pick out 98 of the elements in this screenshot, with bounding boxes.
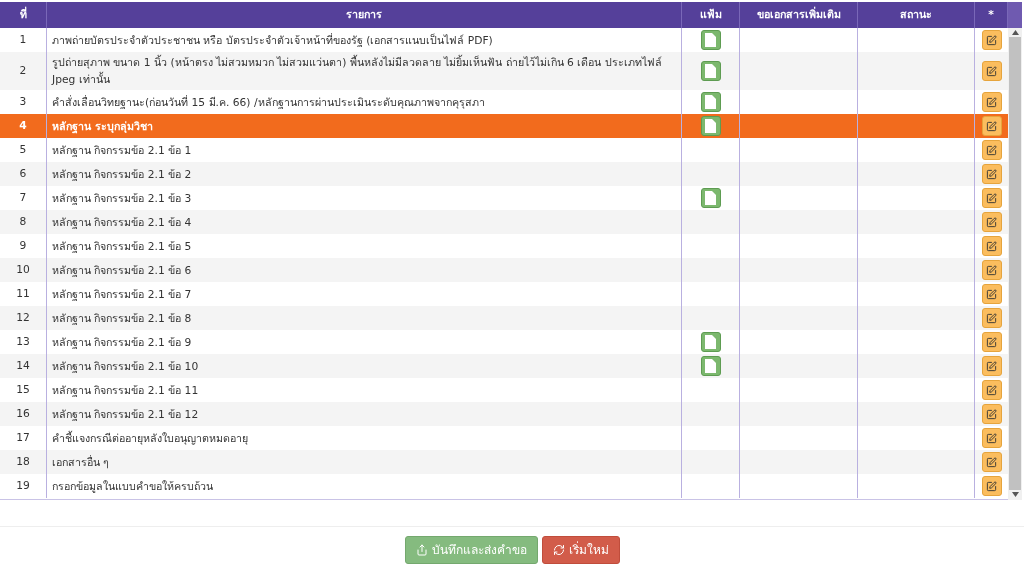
item-title: คำชี้แจงกรณีต่ออายุหลังใบอนุญาตหมดอายุ	[52, 430, 248, 447]
scroll-down-icon[interactable]	[1011, 492, 1019, 497]
row-number: 15	[16, 381, 30, 398]
edit-icon	[986, 288, 997, 300]
item-title: ภาพถ่ายบัตรประจำตัวประชาชน หรือ บัตรประจำตัวเจ้าหน้าที่ของรัฐ (เอกสารแนบเป็นไฟล์ PDF)	[52, 32, 493, 49]
file-icon[interactable]	[700, 61, 721, 81]
edit-icon	[986, 480, 997, 492]
reset-button[interactable]: เริ่มใหม่	[541, 536, 620, 564]
edit-icon	[986, 336, 997, 348]
edit-button[interactable]	[981, 116, 1002, 136]
row-number: 3	[19, 93, 27, 110]
edit-icon	[986, 96, 997, 108]
table-row[interactable]: 16 หลักฐาน กิจกรรมข้อ 2.1 ข้อ 12	[0, 402, 1008, 426]
edit-button[interactable]	[981, 212, 1002, 232]
table-row[interactable]: 2 รูปถ่ายสุภาพ ขนาด 1 นิ้ว (หน้าตรง ไม่สวมหมวก ไม่สวมแว่นตา) พื้นหลังไม่มีลวดลาย ไม่ยิ้มเห็นฟัน ถ่ายไว้ไม่เกิน 6 เดือน ประเภทไฟล์ Jpeg เท่านั้น	[0, 52, 1008, 90]
row-number: 12	[16, 309, 30, 326]
edit-icon	[986, 192, 997, 204]
edit-button[interactable]	[981, 308, 1002, 328]
row-number: 10	[16, 261, 30, 278]
edit-icon	[986, 264, 997, 276]
item-title: เอกสารอื่น ๆ	[52, 454, 110, 471]
row-number: 11	[16, 285, 30, 302]
item-title: กรอกข้อมูลในแบบคำขอให้ครบถ้วน	[52, 478, 213, 495]
edit-icon	[986, 456, 997, 468]
row-number: 16	[16, 405, 30, 422]
item-title: หลักฐาน กิจกรรมข้อ 2.1 ข้อ 2	[52, 166, 192, 183]
item-title: รูปถ่ายสุภาพ ขนาด 1 นิ้ว (หน้าตรง ไม่สวมหมวก ไม่สวมแว่นตา) พื้นหลังไม่มีลวดลาย ไม่ยิ้มเห็นฟัน ถ่ายไว้ไม่เกิน 6 เดือน ประเภทไฟล์ Jpeg เท่านั้น	[52, 54, 663, 88]
file-icon[interactable]	[700, 30, 721, 50]
edit-button[interactable]	[981, 188, 1002, 208]
edit-button[interactable]	[981, 260, 1002, 280]
scroll-up-icon[interactable]	[1011, 30, 1019, 35]
row-number: 17	[16, 429, 30, 446]
edit-button[interactable]	[981, 380, 1002, 400]
edit-icon	[986, 168, 997, 180]
row-number: 18	[16, 453, 30, 470]
edit-button[interactable]	[981, 476, 1002, 496]
item-title: หลักฐาน กิจกรรมข้อ 2.1 ข้อ 7	[52, 286, 192, 303]
edit-button[interactable]	[981, 61, 1002, 81]
item-title: หลักฐาน กิจกรรมข้อ 2.1 ข้อ 6	[52, 262, 192, 279]
table-row[interactable]: 14 หลักฐาน กิจกรรมข้อ 2.1 ข้อ 10	[0, 354, 1008, 378]
edit-icon	[986, 384, 997, 396]
row-number: 9	[19, 237, 27, 254]
item-title: หลักฐาน ระบุกลุ่มวิชา	[52, 118, 153, 135]
row-number: 8	[19, 213, 27, 230]
edit-button[interactable]	[981, 164, 1002, 184]
row-number: 19	[16, 477, 30, 494]
edit-icon	[986, 408, 997, 420]
edit-button[interactable]	[981, 140, 1002, 160]
edit-button[interactable]	[981, 284, 1002, 304]
row-number: 2	[19, 62, 27, 79]
edit-icon	[986, 34, 997, 46]
edit-icon	[986, 312, 997, 324]
table-row[interactable]: 6 หลักฐาน กิจกรรมข้อ 2.1 ข้อ 2	[0, 162, 1008, 186]
item-title: หลักฐาน กิจกรรมข้อ 2.1 ข้อ 12	[52, 406, 199, 423]
table-row[interactable]: 10 หลักฐาน กิจกรรมข้อ 2.1 ข้อ 6	[0, 258, 1008, 282]
edit-icon	[986, 144, 997, 156]
row-number: 1	[19, 31, 27, 48]
share-icon	[415, 544, 428, 556]
file-icon[interactable]	[700, 356, 721, 376]
item-title: คำสั่งเลื่อนวิทยฐานะ(ก่อนวันที่ 15 มี.ค. 66) /หลักฐานการผ่านประเมินระดับคุณภาพจากคุรุสภา	[52, 94, 485, 111]
item-title: หลักฐาน กิจกรรมข้อ 2.1 ข้อ 4	[52, 214, 192, 231]
edit-icon	[986, 360, 997, 372]
edit-button[interactable]	[981, 452, 1002, 472]
edit-button[interactable]	[981, 332, 1002, 352]
edit-button[interactable]	[981, 30, 1002, 50]
file-icon[interactable]	[700, 116, 721, 136]
edit-button[interactable]	[981, 428, 1002, 448]
item-title: หลักฐาน กิจกรรมข้อ 2.1 ข้อ 10	[52, 358, 199, 375]
edit-button[interactable]	[981, 356, 1002, 376]
scrollbar[interactable]	[1008, 2, 1022, 500]
row-number: 6	[19, 165, 27, 182]
row-number: 14	[16, 357, 30, 374]
table-row[interactable]: 8 หลักฐาน กิจกรรมข้อ 2.1 ข้อ 4	[0, 210, 1008, 234]
item-title: หลักฐาน กิจกรรมข้อ 2.1 ข้อ 1	[52, 142, 192, 159]
edit-icon	[986, 240, 997, 252]
item-title: หลักฐาน กิจกรรมข้อ 2.1 ข้อ 8	[52, 310, 192, 327]
edit-icon	[986, 216, 997, 228]
file-icon[interactable]	[700, 92, 721, 112]
scrollbar-header-corner	[1008, 2, 1022, 28]
row-number: 4	[19, 117, 27, 134]
item-title: หลักฐาน กิจกรรมข้อ 2.1 ข้อ 11	[52, 382, 199, 399]
item-title: หลักฐาน กิจกรรมข้อ 2.1 ข้อ 3	[52, 190, 192, 207]
file-icon[interactable]	[700, 188, 721, 208]
edit-button[interactable]	[981, 236, 1002, 256]
table-row[interactable]: 12 หลักฐาน กิจกรรมข้อ 2.1 ข้อ 8	[0, 306, 1008, 330]
edit-icon	[986, 432, 997, 444]
table-row[interactable]: 18 เอกสารอื่น ๆ	[0, 450, 1008, 474]
row-number: 5	[19, 141, 27, 158]
item-title: หลักฐาน กิจกรรมข้อ 2.1 ข้อ 5	[52, 238, 192, 255]
row-number: 7	[19, 189, 27, 206]
edit-icon	[986, 120, 997, 132]
edit-button[interactable]	[981, 92, 1002, 112]
row-number: 13	[16, 333, 30, 350]
refresh-icon	[552, 544, 565, 556]
edit-button[interactable]	[981, 404, 1002, 424]
file-icon[interactable]	[700, 332, 721, 352]
item-title: หลักฐาน กิจกรรมข้อ 2.1 ข้อ 9	[52, 334, 192, 351]
edit-icon	[986, 65, 997, 77]
